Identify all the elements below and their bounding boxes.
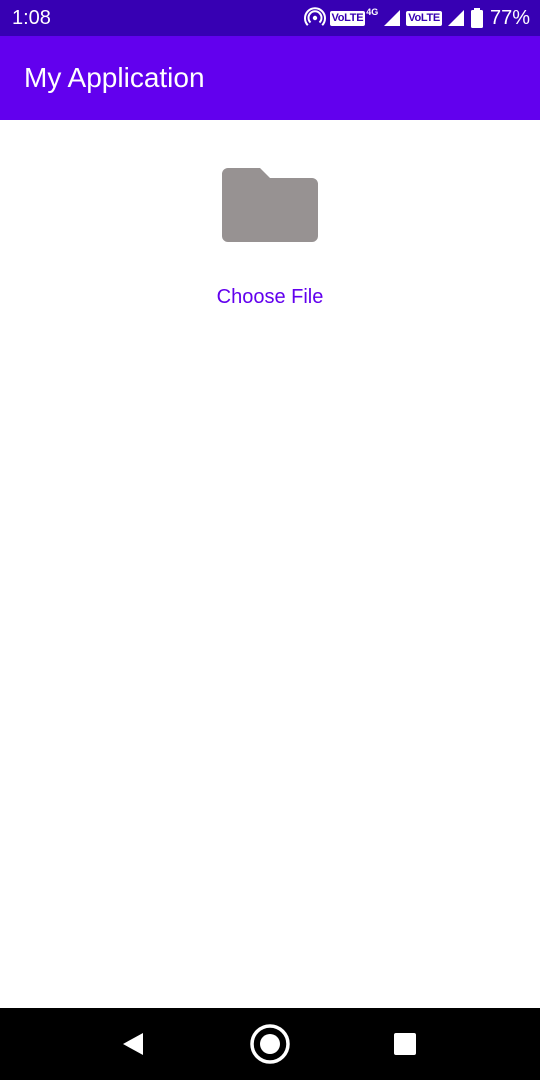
home-icon[interactable] [248, 1022, 292, 1066]
choose-file-button[interactable]: Choose File [0, 284, 540, 310]
status-time: 1:08 [12, 7, 51, 29]
signal-icon-2 [447, 10, 464, 26]
recents-icon[interactable] [383, 1022, 427, 1066]
app-title: My Application [24, 62, 205, 93]
network-type-label: 4G [366, 7, 379, 17]
folder-icon[interactable] [220, 166, 320, 248]
status-icons: VoLTE 4G VoLTE 77% [303, 5, 530, 31]
battery-icon [470, 8, 483, 28]
battery-percent: 77% [489, 7, 530, 29]
navigation-bar [0, 1008, 540, 1080]
main-content: Choose File [0, 120, 540, 1008]
back-icon[interactable] [111, 1022, 155, 1066]
signal-icon-1 [384, 10, 401, 26]
status-bar: 1:08 VoLTE 4G VoLTE 77% [0, 0, 540, 36]
volte-badge-2: VoLTE [406, 10, 442, 26]
app-bar: My Application [0, 36, 540, 120]
volte-badge-1: VoLTE [329, 10, 366, 26]
hotspot-icon [303, 7, 326, 26]
